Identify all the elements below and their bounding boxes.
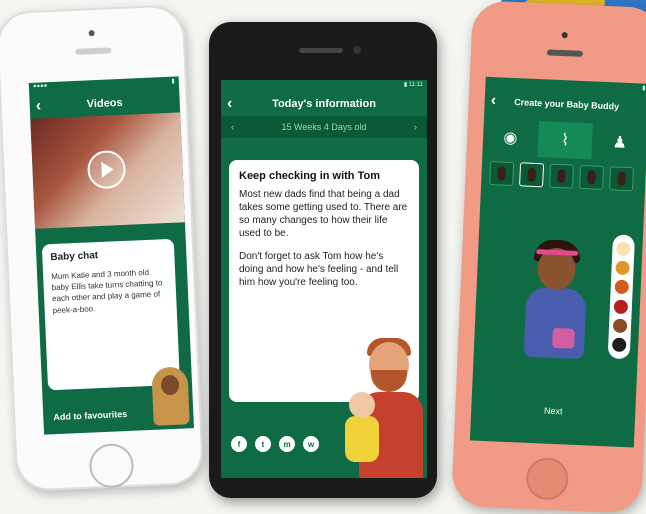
next-button[interactable]: Next (471, 402, 635, 419)
back-icon[interactable]: ‹ (35, 97, 41, 115)
page-title: Create your Baby Buddy (513, 96, 620, 112)
page-title: Today's information (272, 98, 376, 110)
hair-option[interactable] (519, 162, 545, 188)
next-week-icon[interactable]: › (414, 122, 417, 132)
week-selector: ‹ 15 Weeks 4 Days old › (221, 116, 427, 138)
status-bar: ▮ 11:11 (403, 82, 423, 88)
colour-swatch[interactable] (615, 260, 630, 276)
home-button[interactable] (88, 442, 135, 489)
video-card-title: Baby chat (50, 250, 99, 264)
play-icon[interactable] (86, 149, 127, 190)
colour-swatch[interactable] (614, 279, 630, 295)
speaker-grille (546, 49, 584, 57)
info-paragraph-2: Don't forget to ask Tom how he's doing a… (239, 251, 399, 288)
pink-iphone: ▮ ‹ Create your Baby Buddy ◉ ⌇ ♟ Next (451, 0, 646, 514)
home-button[interactable] (525, 456, 570, 501)
hair-tab-icon[interactable]: ⌇ (537, 121, 594, 160)
video-card-text: Mum Katie and 3 month old baby Ellis tak… (51, 267, 163, 315)
hair-options (481, 155, 646, 198)
baby-buddy-screen: ▮ ‹ Create your Baby Buddy ◉ ⌇ ♟ Next (469, 76, 646, 448)
info-paragraph-1: Most new dads find that being a dad take… (239, 189, 408, 239)
back-icon[interactable]: ‹ (490, 92, 496, 110)
info-card-title: Keep checking in with Tom (239, 170, 380, 182)
camera-icon (88, 30, 95, 37)
colour-palette (607, 234, 636, 360)
share-buttons: f t m w (231, 436, 319, 452)
page-title: Videos (86, 96, 123, 111)
colour-swatch[interactable] (611, 337, 627, 353)
add-to-favourites-button[interactable]: Add to favourites (53, 409, 127, 422)
black-android-phone: ▮ 11:11 ‹ Today's information ‹ 15 Weeks… (209, 22, 437, 498)
information-screen: ▮ 11:11 ‹ Today's information ‹ 15 Weeks… (221, 80, 427, 478)
dad-and-baby-illustration (343, 338, 427, 478)
baby-buddy-avatar (513, 238, 599, 381)
hair-option[interactable] (578, 164, 605, 190)
previous-week-icon[interactable]: ‹ (231, 122, 234, 132)
info-navbar: ‹ Today's information (221, 92, 427, 116)
week-label: 15 Weeks 4 Days old (281, 122, 367, 132)
email-icon[interactable]: m (279, 436, 295, 452)
camera-icon (561, 31, 568, 39)
video-card: Baby chat Mum Katie and 3 month old baby… (41, 238, 181, 391)
white-iphone: ●●●● ▮ ‹ Videos Baby chat Mum Katie and 3… (0, 4, 205, 492)
twitter-icon[interactable]: t (255, 436, 271, 452)
hair-option[interactable] (549, 163, 575, 189)
facebook-icon[interactable]: f (231, 436, 247, 452)
hair-option[interactable] (608, 166, 634, 192)
back-icon[interactable]: ‹ (227, 95, 232, 113)
colour-swatch[interactable] (613, 299, 629, 314)
colour-swatch[interactable] (616, 241, 631, 256)
speaker-grille (75, 47, 112, 55)
whatsapp-icon[interactable]: w (303, 436, 319, 452)
eye-tab-icon[interactable]: ◉ (482, 119, 538, 157)
hair-option[interactable] (489, 160, 515, 187)
video-player[interactable] (30, 112, 185, 229)
colour-swatch[interactable] (612, 318, 628, 334)
mother-illustration (151, 366, 190, 426)
body-tab-icon[interactable]: ♟ (592, 123, 646, 161)
videos-screen: ●●●● ▮ ‹ Videos Baby chat Mum Katie and 3… (28, 76, 194, 435)
speaker-grille (299, 48, 343, 53)
buddy-category-tabs: ◉ ⌇ ♟ (482, 119, 646, 162)
camera-icon (353, 46, 361, 54)
